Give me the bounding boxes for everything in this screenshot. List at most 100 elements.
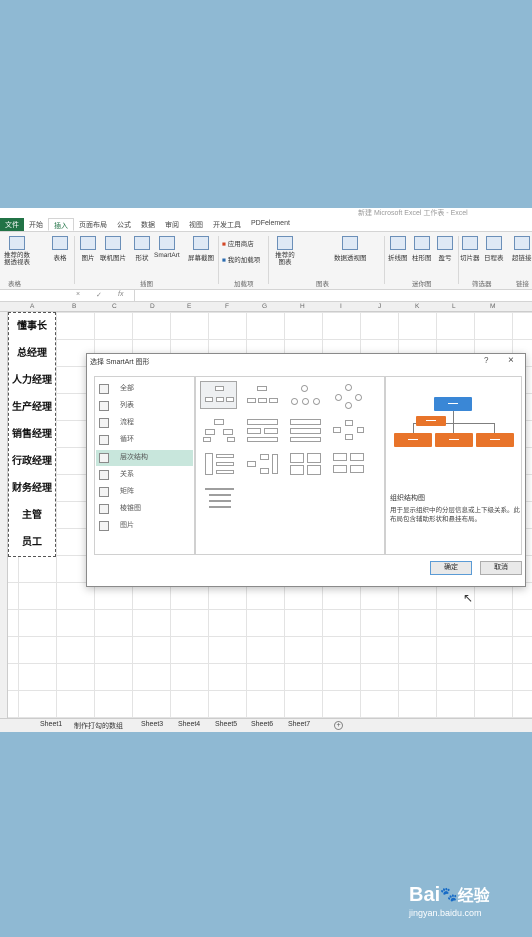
category-pyramid[interactable]: 棱锥图 (96, 501, 193, 517)
timeline-icon (485, 236, 502, 250)
tab-page-layout[interactable]: 页面布局 (74, 218, 112, 231)
group-separator (384, 236, 385, 284)
close-icon[interactable]: × (508, 355, 514, 366)
layout-org-chart[interactable] (200, 381, 237, 409)
column-header[interactable]: I (340, 303, 342, 310)
pivot-chart-button[interactable]: 数据透视图 (334, 236, 367, 262)
tab-review[interactable]: 审阅 (160, 218, 184, 231)
formula-input[interactable] (134, 290, 532, 301)
cell-chairman[interactable]: 懂事长 (9, 313, 55, 340)
layout-circle-picture-hierarchy[interactable] (329, 381, 366, 409)
category-list: 全部 列表 流程 循环 层次结构 关系 矩阵 棱锥图 图片 (94, 376, 195, 555)
column-header[interactable]: K (415, 303, 419, 310)
category-picture[interactable]: 图片 (96, 518, 193, 534)
cancel-button[interactable]: 取消 (480, 561, 522, 575)
tab-view[interactable]: 视图 (184, 218, 208, 231)
smartart-button[interactable]: SmartArt (154, 236, 180, 259)
cell-supervisor[interactable]: 主管 (9, 502, 55, 529)
sparkline-line-button[interactable]: 折线图 (388, 236, 408, 262)
cell-general-manager[interactable]: 总经理 (9, 340, 55, 367)
tab-formulas[interactable]: 公式 (112, 218, 136, 231)
online-pictures-button[interactable]: 联机图片 (100, 236, 126, 262)
screenshot-button[interactable]: 屏幕截图 (188, 236, 214, 262)
layout-hierarchy[interactable] (200, 415, 237, 443)
layout-table-hierarchy[interactable] (286, 415, 323, 443)
shapes-icon (134, 236, 150, 250)
table-button[interactable]: 表格 (52, 236, 68, 262)
enter-icon[interactable]: ✓ (96, 291, 102, 299)
function-icon[interactable]: fx (118, 291, 123, 298)
cell-production-manager[interactable]: 生产经理 (9, 394, 55, 421)
timeline-button[interactable]: 日程表 (484, 236, 504, 262)
category-process[interactable]: 流程 (96, 415, 193, 431)
cancel-icon[interactable]: × (76, 291, 80, 298)
column-header[interactable]: C (112, 303, 117, 310)
hyperlink-button[interactable]: 超链接 (512, 236, 532, 262)
shapes-button[interactable]: 形状 (134, 236, 150, 262)
cell-staff[interactable]: 员工 (9, 529, 55, 556)
layout-horizontal-org-chart[interactable] (243, 449, 280, 477)
column-header[interactable]: A (30, 303, 34, 310)
column-header[interactable]: F (225, 303, 229, 310)
line-sparkline-icon (389, 236, 406, 250)
sheet-tab[interactable]: Sheet3 (141, 721, 163, 728)
sheet-tab[interactable]: 制作打勾的数组 (74, 721, 123, 731)
column-header[interactable]: L (452, 303, 456, 310)
column-header[interactable]: M (490, 303, 495, 310)
sparkline-winloss-button[interactable]: 盈亏 (437, 236, 453, 262)
ok-button[interactable]: 确定 (430, 561, 472, 575)
category-cycle[interactable]: 循环 (96, 432, 193, 448)
cell-admin-manager[interactable]: 行政经理 (9, 448, 55, 475)
sheet-tab[interactable]: Sheet4 (178, 721, 200, 728)
sheet-tab[interactable]: Sheet5 (215, 721, 237, 728)
org-names-range[interactable]: 懂事长 总经理 人力经理 生产经理 销售经理 行政经理 财务经理 主管 员工 (8, 312, 56, 557)
watermark-brand: Bai (409, 884, 441, 906)
category-list-item[interactable]: 列表 (96, 398, 193, 414)
category-hierarchy[interactable]: 层次结构 (96, 450, 193, 466)
column-header[interactable]: J (378, 303, 381, 310)
column-headers: A B C D E F G H I J K L M (0, 302, 532, 312)
layout-name-title-org-chart[interactable] (243, 381, 280, 409)
column-header[interactable]: H (300, 303, 305, 310)
category-all[interactable]: 全部 (96, 381, 193, 397)
layout-horizontal-hierarchy[interactable] (329, 415, 366, 443)
tab-home[interactable]: 开始 (24, 218, 48, 231)
sparkline-column-button[interactable]: 柱形图 (412, 236, 432, 262)
sheet-tab[interactable]: Sheet6 (251, 721, 273, 728)
layout-lined-list[interactable] (200, 449, 237, 477)
category-matrix[interactable]: 矩阵 (96, 484, 193, 500)
slicer-button[interactable]: 切片器 (460, 236, 480, 262)
tab-insert[interactable]: 插入 (48, 218, 74, 231)
cell-finance-manager[interactable]: 财务经理 (9, 475, 55, 502)
tab-file[interactable]: 文件 (0, 218, 24, 231)
tab-data[interactable]: 数据 (136, 218, 160, 231)
cell-sales-manager[interactable]: 销售经理 (9, 421, 55, 448)
sheet-tab[interactable]: Sheet1 (40, 721, 62, 728)
layout-architecture[interactable] (286, 449, 323, 477)
layout-half-circle-org-chart[interactable] (286, 381, 323, 409)
pivot-chart-icon (342, 236, 359, 250)
layout-text-list[interactable] (200, 483, 237, 511)
pictures-button[interactable]: 图片 (80, 236, 96, 262)
column-header[interactable]: G (262, 303, 267, 310)
link-icon (513, 236, 530, 250)
baidu-jingyan-watermark: Bai🐾经验 jingyan.baidu.com (409, 882, 490, 918)
my-addins-button[interactable]: ■ 我的加载项 (222, 254, 260, 264)
help-icon[interactable]: ? (484, 356, 488, 365)
category-relationship[interactable]: 关系 (96, 467, 193, 483)
recommended-charts-button[interactable]: 推荐的图表 (274, 236, 296, 266)
layout-hierarchy-list[interactable] (329, 449, 366, 477)
layout-labeled-hierarchy[interactable] (243, 415, 280, 443)
cell-hr-manager[interactable]: 人力经理 (9, 367, 55, 394)
column-header[interactable]: E (187, 303, 191, 310)
store-button[interactable]: ■ 应用商店 (222, 238, 254, 248)
column-header[interactable]: B (72, 303, 76, 310)
recommended-pivot-button[interactable]: 推荐的数据透视表 (2, 236, 32, 266)
group-separator (458, 236, 459, 284)
group-label-filters: 筛选器 (472, 281, 492, 288)
add-sheet-icon[interactable]: + (334, 721, 343, 730)
tab-developer[interactable]: 开发工具 (208, 218, 246, 231)
column-header[interactable]: D (150, 303, 155, 310)
tab-pdfelement[interactable]: PDFelement (246, 218, 295, 231)
sheet-tab[interactable]: Sheet7 (288, 721, 310, 728)
